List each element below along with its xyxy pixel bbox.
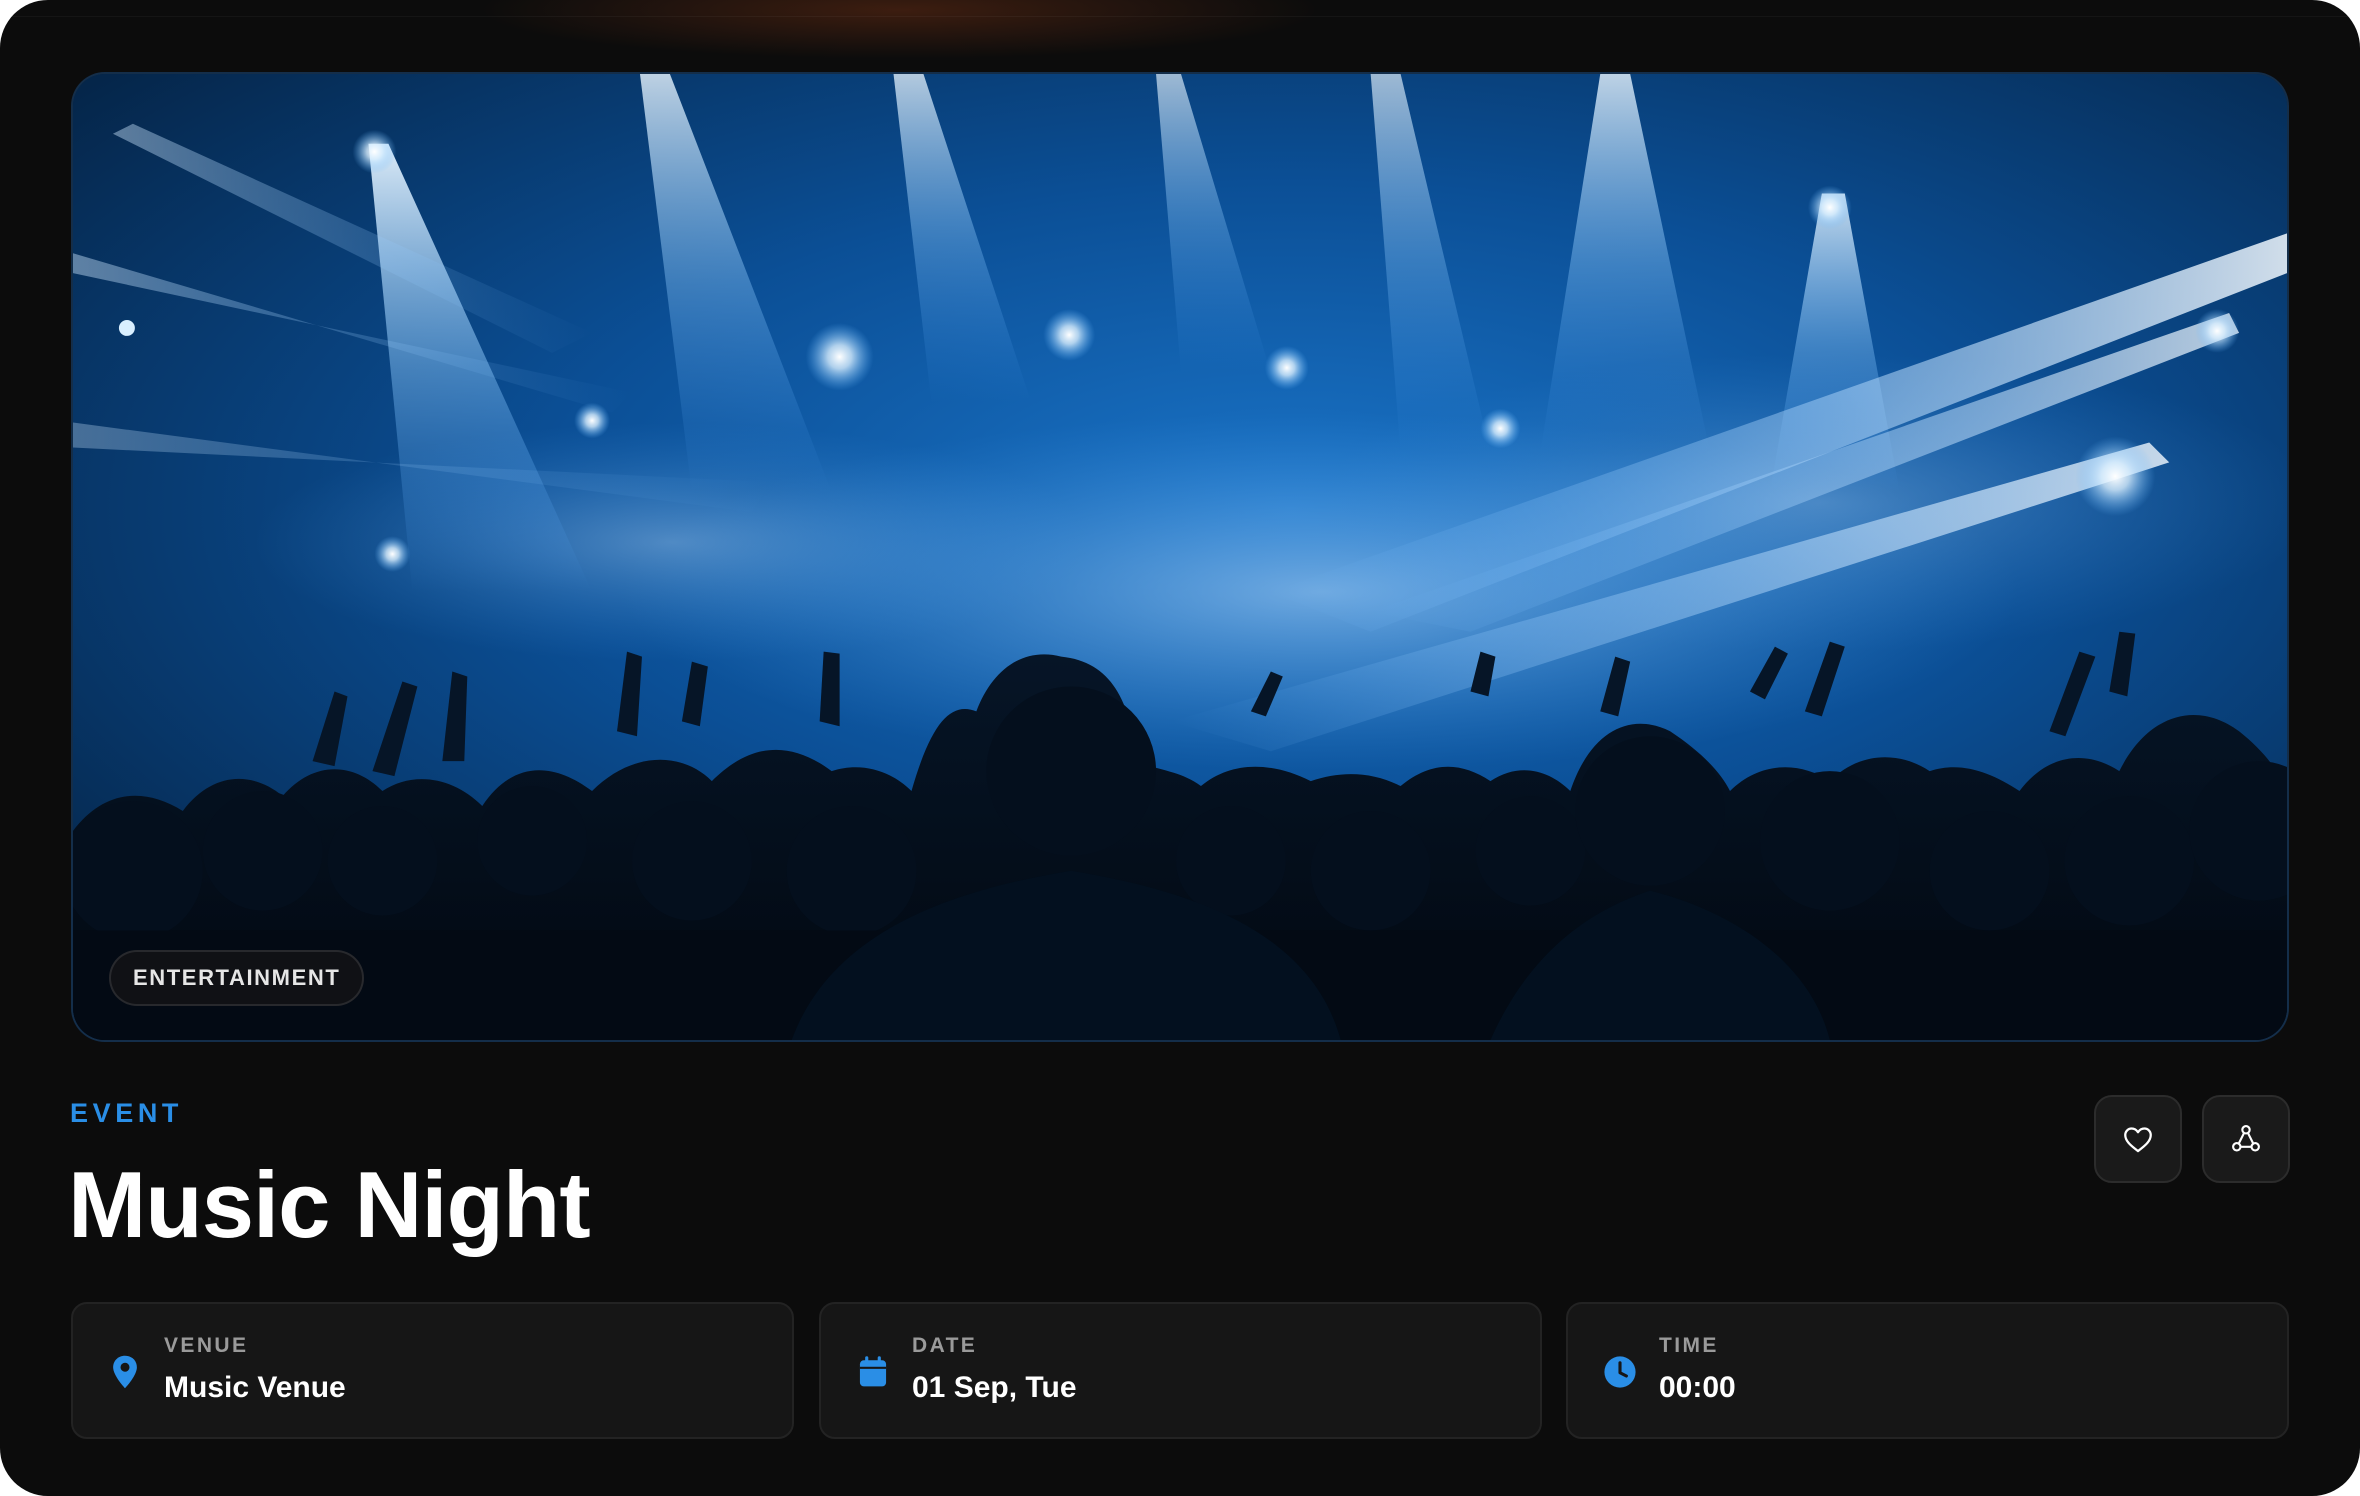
time-value: 00:00: [1659, 1371, 1736, 1404]
share-button[interactable]: [2202, 1095, 2290, 1183]
share-icon: [2232, 1125, 2260, 1152]
venue-card: VENUE Music Venue: [71, 1302, 794, 1439]
favorite-button[interactable]: [2094, 1095, 2182, 1183]
venue-value: Music Venue: [164, 1371, 346, 1404]
top-glow: [0, 0, 2360, 80]
event-type-label: EVENT: [70, 1098, 184, 1128]
category-tag: ENTERTAINMENT: [109, 950, 365, 1006]
date-value: 01 Sep, Tue: [912, 1371, 1077, 1404]
calendar-icon: [855, 1354, 891, 1390]
event-card: ENTERTAINMENT EVENT Music Night VENUE Mu…: [0, 0, 2360, 1496]
clock-icon: [1602, 1354, 1638, 1390]
date-label: DATE: [912, 1334, 978, 1357]
date-card: DATE 01 Sep, Tue: [819, 1302, 1542, 1439]
map-pin-icon: [107, 1354, 143, 1390]
event-hero-image: ENTERTAINMENT: [71, 72, 2289, 1042]
time-label: TIME: [1659, 1334, 1719, 1357]
top-edge-line: [0, 16, 2360, 17]
time-card: TIME 00:00: [1566, 1302, 2289, 1439]
event-title: Music Night: [68, 1152, 591, 1257]
heart-icon: [2124, 1127, 2152, 1153]
venue-label: VENUE: [164, 1334, 249, 1357]
concert-photo: [73, 74, 2287, 1040]
